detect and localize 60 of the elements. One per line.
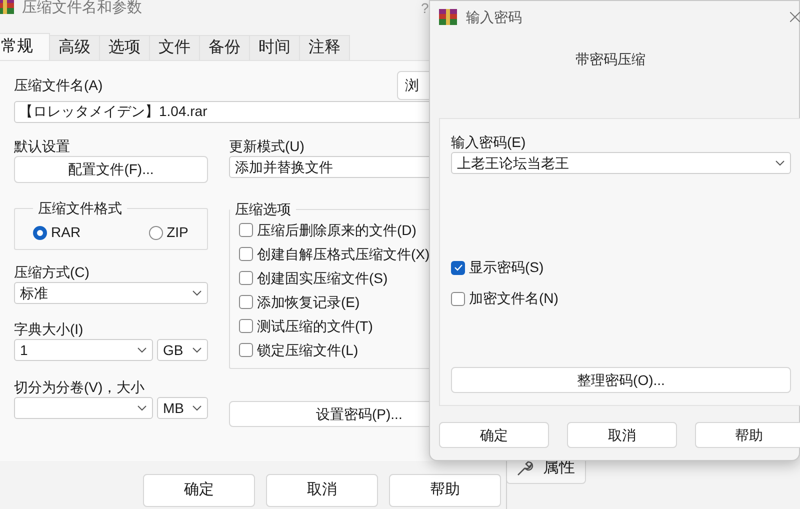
- checkbox[interactable]: [239, 223, 253, 237]
- tab[interactable]: 备份: [200, 35, 250, 60]
- tab[interactable]: 常规: [0, 33, 50, 60]
- app-icon: [439, 9, 457, 25]
- button[interactable]: 确定: [143, 474, 255, 507]
- chevron-down-icon: [137, 405, 147, 411]
- radio-button[interactable]: [148, 226, 163, 240]
- field-label: 输入密码(E): [451, 133, 526, 151]
- chevron-down-icon: [775, 160, 785, 166]
- checkbox-label: 创建自解压格式压缩文件(X): [257, 247, 430, 261]
- checkbox-label: 测试压缩的文件(T): [257, 319, 373, 333]
- checkmark-icon: [454, 264, 462, 271]
- chevron-down-icon: [192, 347, 202, 353]
- tab[interactable]: 高级: [50, 35, 100, 60]
- tab[interactable]: 选项: [100, 35, 150, 60]
- checkbox[interactable]: [239, 343, 253, 357]
- checkbox[interactable]: [239, 247, 253, 261]
- tab[interactable]: 注释: [300, 35, 350, 60]
- dropdown[interactable]: MB: [157, 397, 208, 419]
- button[interactable]: 整理密码(O)...: [451, 367, 791, 393]
- dropdown[interactable]: GB: [157, 339, 208, 361]
- button[interactable]: 帮助: [695, 422, 800, 448]
- field-label: 字典大小(I): [14, 320, 84, 338]
- group-label: 压缩文件格式: [37, 200, 123, 216]
- checkbox-label: 显示密码(S): [469, 258, 544, 277]
- field-label: 切分为分卷(V)，大小: [14, 378, 146, 396]
- field-label: 更新模式(U): [229, 137, 304, 155]
- chevron-down-icon: [137, 347, 147, 353]
- radio-label: ZIP: [166, 223, 188, 242]
- radio-label: RAR: [51, 223, 81, 242]
- checkbox[interactable]: [239, 295, 253, 309]
- field-label: 压缩文件名(A): [14, 76, 103, 95]
- checkbox-label: 锁定压缩文件(L): [257, 343, 358, 357]
- field-label: 压缩方式(C): [14, 263, 90, 281]
- checkbox-label: 添加恢复记录(E): [257, 295, 360, 309]
- dropdown[interactable]: 标准: [14, 282, 208, 304]
- field-label: 默认设置: [14, 137, 71, 155]
- tab[interactable]: 文件: [150, 35, 200, 60]
- checkbox[interactable]: [239, 319, 253, 333]
- chevron-down-icon: [192, 405, 202, 411]
- dropdown[interactable]: 上老王论坛当老王: [451, 152, 791, 174]
- close-icon[interactable]: [790, 12, 800, 22]
- button[interactable]: 取消: [567, 422, 677, 448]
- checkbox[interactable]: [451, 260, 465, 274]
- checkbox-label: 加密文件名(N): [469, 289, 558, 308]
- checkbox[interactable]: [239, 271, 253, 285]
- group-label: 压缩选项: [234, 201, 292, 217]
- checkbox-label: 压缩后删除原来的文件(D): [257, 223, 416, 237]
- button[interactable]: 确定: [439, 422, 549, 448]
- checkbox[interactable]: [451, 292, 465, 306]
- checkbox-label: 创建固实压缩文件(S): [257, 271, 388, 285]
- button[interactable]: 取消: [266, 474, 378, 507]
- button[interactable]: 配置文件(F)...: [14, 156, 208, 183]
- tab[interactable]: 时间: [250, 35, 300, 60]
- dialog-heading: 带密码压缩: [574, 50, 646, 69]
- dropdown[interactable]: 1: [14, 339, 153, 361]
- button[interactable]: 帮助: [389, 474, 501, 507]
- dialog-title: 输入密码: [466, 8, 522, 26]
- radio-button[interactable]: [33, 226, 47, 240]
- chevron-down-icon: [192, 290, 202, 296]
